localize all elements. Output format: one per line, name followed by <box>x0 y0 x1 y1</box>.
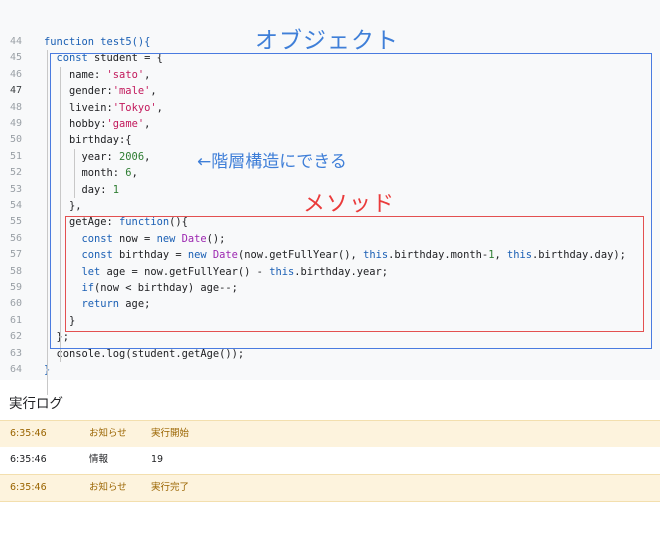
line-number: 63 <box>9 347 22 359</box>
indent-guide <box>47 50 48 395</box>
line-number: 44 <box>9 36 22 47</box>
line-number: 51 <box>9 150 22 162</box>
line-number: 62 <box>9 331 22 343</box>
object-annotation: オブジェクト <box>255 28 399 54</box>
log-time: 6:35:46 <box>10 454 47 465</box>
line-number: 59 <box>9 282 22 293</box>
log-message: 実行完了 <box>151 482 190 493</box>
line-number: 56 <box>9 232 22 244</box>
execution-log-title: 実行ログ <box>9 396 63 412</box>
log-row: 6:35:46 情報 19 <box>0 447 660 473</box>
method-highlight-box <box>65 216 644 332</box>
line-number: 49 <box>9 118 22 129</box>
line-number: 47 <box>9 85 22 97</box>
line-number: 55 <box>9 216 22 228</box>
log-level: 情報 <box>89 454 109 465</box>
code-text: function test5(){ <box>44 36 151 48</box>
line-number: 50 <box>9 134 22 146</box>
method-annotation: メソッド <box>303 192 396 217</box>
log-time: 6:35:46 <box>10 428 47 439</box>
line-number: 52 <box>9 167 22 179</box>
log-row: 6:35:46 お知らせ 実行完了 <box>0 474 660 502</box>
log-message: 19 <box>151 454 164 465</box>
log-level: お知らせ <box>89 482 127 493</box>
hierarchy-annotation: ←階層構造にできる <box>197 152 347 172</box>
line-number: 48 <box>9 101 22 113</box>
line-number: 45 <box>9 52 22 64</box>
log-message: 実行開始 <box>151 428 190 439</box>
code-line[interactable]: 64} <box>0 362 660 378</box>
line-number: 60 <box>9 298 22 310</box>
log-level: お知らせ <box>89 428 127 439</box>
line-number: 64 <box>9 364 22 375</box>
line-number: 54 <box>9 200 22 211</box>
log-time: 6:35:46 <box>10 482 47 493</box>
line-number: 53 <box>9 183 22 195</box>
code-editor[interactable]: 44 function test5(){45 const student = {46… <box>0 0 660 395</box>
line-number: 46 <box>9 68 22 80</box>
line-number: 57 <box>9 249 22 261</box>
line-number: 61 <box>9 314 22 326</box>
log-row: 6:35:46 お知らせ 実行開始 <box>0 420 660 448</box>
line-number: 58 <box>9 265 22 277</box>
